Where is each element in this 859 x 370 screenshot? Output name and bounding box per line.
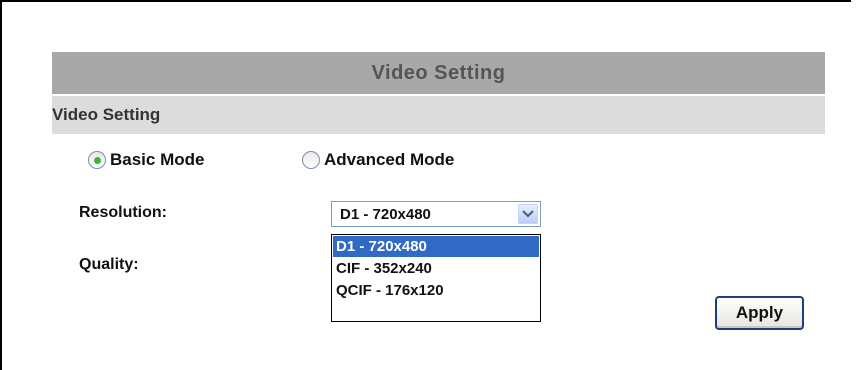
section-label: Video Setting [52,96,825,134]
resolution-select-value: D1 - 720x480 [340,205,431,223]
radio-advanced-mode-label[interactable]: Advanced Mode [324,150,454,170]
chevron-down-icon[interactable] [518,204,538,224]
radio-basic-mode-label[interactable]: Basic Mode [110,150,204,170]
dropdown-option-d1[interactable]: D1 - 720x480 [333,236,539,257]
radio-advanced-mode[interactable]: Advanced Mode [302,150,454,170]
radio-checked-dot [93,156,101,164]
panel-title: Video Setting [52,52,825,94]
apply-button[interactable]: Apply [715,296,804,330]
panel-title-text: Video Setting [371,61,506,84]
radio-basic-mode-control[interactable] [88,151,106,169]
quality-label: Quality: [79,256,139,273]
section-label-text: Video Setting [52,105,161,124]
resolution-select[interactable]: D1 - 720x480 [331,201,541,227]
dropdown-option-qcif[interactable]: QCIF - 176x120 [333,280,539,301]
dropdown-option-cif[interactable]: CIF - 352x240 [333,258,539,279]
resolution-label: Resolution: [79,204,167,221]
apply-button-label: Apply [735,303,784,322]
resolution-dropdown-list: D1 - 720x480 CIF - 352x240 QCIF - 176x12… [331,234,541,322]
radio-advanced-mode-control[interactable] [302,151,320,169]
radio-basic-mode[interactable]: Basic Mode [88,150,204,170]
